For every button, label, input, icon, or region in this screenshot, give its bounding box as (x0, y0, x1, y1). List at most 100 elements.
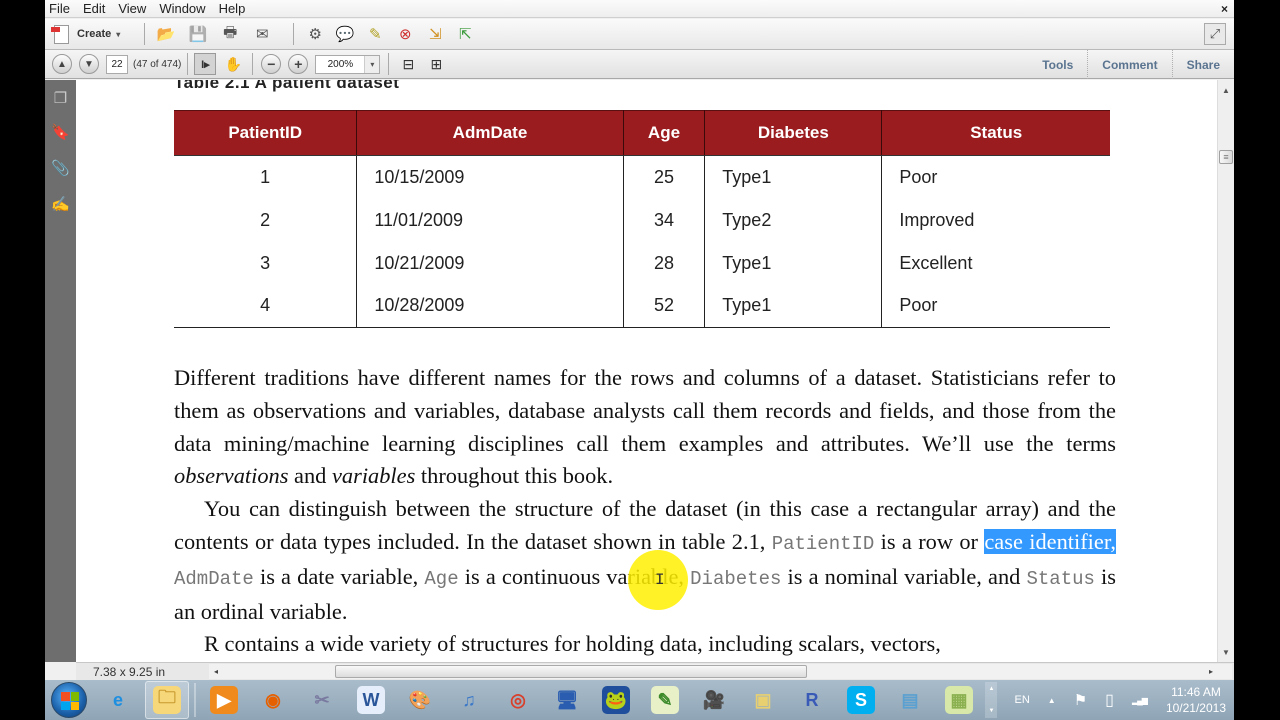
column-header: Diabetes (704, 110, 883, 156)
menu-file[interactable]: File (49, 1, 70, 16)
settings-icon[interactable]: ⚙ (304, 23, 326, 45)
export-icon[interactable]: ⇲ (424, 23, 446, 45)
body-text[interactable]: Different traditions have different name… (174, 362, 1116, 661)
menu-help[interactable]: Help (219, 1, 246, 16)
scroll-down-icon[interactable]: ▼ (989, 708, 995, 714)
menu-window[interactable]: Window (159, 1, 205, 16)
table-cell: 2 (174, 198, 358, 242)
taskbar-button[interactable]: 🎨 (398, 681, 442, 719)
table-cell: 52 (623, 284, 706, 328)
create-button[interactable]: Create ▾ (51, 24, 120, 44)
close-document-icon[interactable]: × (1221, 2, 1228, 16)
emphasis: variables (331, 463, 416, 489)
signatures-icon[interactable]: ✍ (51, 194, 70, 214)
word-icon: W (357, 686, 385, 714)
select-tool-button[interactable]: I▸ (194, 53, 217, 75)
fit-page-button[interactable]: ⊟ (397, 53, 419, 75)
selected-text[interactable]: case identifier, (984, 528, 1116, 554)
taskbar-button[interactable]: S (839, 681, 883, 719)
battery-icon[interactable]: ▯ (1105, 690, 1114, 710)
fit-width-button[interactable]: ⊞ (425, 53, 447, 75)
page-thumbnails-icon[interactable]: ❐ (51, 88, 70, 108)
zoom-out-button[interactable]: − (261, 54, 282, 74)
horizontal-scrollbar[interactable]: ◂ ▸ (209, 664, 1232, 679)
taskbar-scroll[interactable]: ▲ ▼ (985, 682, 998, 718)
print-icon[interactable]: 🖶 (219, 23, 241, 45)
next-page-button[interactable]: ▼ (79, 54, 99, 74)
action-center-icon[interactable]: ⚑ (1074, 691, 1087, 709)
table-cell: 11/01/2009 (356, 198, 624, 242)
show-hidden-icons-icon[interactable]: ▲ (1048, 696, 1056, 705)
taskbar-button[interactable]: 🐸 (594, 681, 638, 719)
highlight-text-icon[interactable]: ✎ (364, 23, 386, 45)
taskbar-button[interactable]: ◎ (496, 681, 540, 719)
scroll-left-icon[interactable]: ◂ (209, 664, 223, 679)
toolbar-divider (252, 53, 254, 75)
language-indicator[interactable]: EN (1014, 694, 1029, 706)
expand-icon[interactable]: ⤢ (1204, 23, 1226, 45)
scroll-right-icon[interactable]: ▸ (1204, 664, 1218, 679)
taskbar-button[interactable]: ▤ (888, 681, 932, 719)
emphasis: observations (174, 463, 289, 489)
attachments-icon[interactable]: 📎 (51, 158, 70, 178)
toolbar-divider (144, 23, 146, 45)
code-term: Diabetes (690, 567, 782, 590)
taskbar-button[interactable]: 🖥 (545, 681, 589, 719)
import-icon[interactable]: ⇱ (454, 23, 476, 45)
taskbar-button[interactable]: ▦ (937, 681, 981, 719)
page-number-input[interactable]: 22 (106, 54, 128, 74)
chevron-down-icon[interactable]: ▾ (364, 55, 380, 73)
windows-taskbar: e 🗀 ▶ ◉ ✂ W 🎨 ♫ ◎ 🖥 🐸 ✎ 🎥 ▣ R S ▤ ▦ ▲ ▼ EN ▲ ⚑ ▯ ▂▄▆ 11:4… (45, 680, 1234, 720)
table-row: 4 10/28/2009 52 Type1 Poor (174, 284, 1110, 328)
taskbar-button[interactable]: 🗀 (145, 681, 189, 719)
taskbar-button[interactable]: ◉ (251, 681, 295, 719)
vertical-scrollbar[interactable]: ▲ ≡ ▼ (1217, 80, 1234, 662)
skype-icon: S (847, 686, 875, 714)
scroll-up-icon[interactable]: ▲ (989, 686, 995, 692)
taskbar-button[interactable]: ✎ (643, 681, 687, 719)
network-icon[interactable]: ▂▄▆ (1132, 696, 1148, 705)
comment-icon[interactable]: 💬 (334, 23, 356, 45)
scroll-up-icon[interactable]: ▲ (1218, 82, 1234, 98)
delete-page-icon[interactable]: ⊗ (394, 23, 416, 45)
column-header: PatientID (174, 110, 358, 156)
zoom-level-select[interactable]: 200% ▾ (315, 54, 381, 74)
table-cell: Improved (899, 209, 975, 230)
previous-page-button[interactable]: ▲ (52, 54, 72, 74)
save-icon[interactable]: 💾 (187, 23, 209, 45)
status-bar: 7.38 x 9.25 in ◂ ▸ (76, 662, 1234, 680)
tools-pane-link[interactable]: Tools (1028, 50, 1087, 79)
taskbar-button[interactable]: R (790, 681, 834, 719)
comment-pane-link[interactable]: Comment (1087, 50, 1171, 79)
taskbar-button[interactable]: W (349, 681, 393, 719)
taskbar-button[interactable]: e (96, 681, 140, 719)
sticky-notes-icon: ▣ (754, 689, 772, 710)
scroll-down-icon[interactable]: ▼ (1218, 644, 1234, 660)
table-cell: Type2 (704, 198, 883, 242)
share-pane-link[interactable]: Share (1171, 50, 1234, 79)
taskbar-button[interactable]: ♫ (447, 681, 491, 719)
horizontal-scrollbar-thumb[interactable] (335, 665, 807, 678)
bookmarks-icon[interactable]: 🔖 (51, 122, 70, 142)
email-icon[interactable]: ✉ (251, 23, 273, 45)
taskbar-button[interactable]: ▣ (741, 681, 785, 719)
taskbar-button[interactable]: 🎥 (692, 681, 736, 719)
page-count: (47 of 474) (133, 58, 182, 70)
firefox-icon: ◉ (265, 689, 281, 710)
table-row: 1 10/15/2009 25 Type1 Poor (174, 155, 1110, 199)
clock[interactable]: 11:46 AM 10/21/2013 (1166, 684, 1226, 716)
text-run: and (288, 463, 332, 489)
menu-view[interactable]: View (118, 1, 146, 16)
zoom-in-button[interactable]: + (288, 54, 309, 74)
patient-table: PatientID AdmDate Age Diabetes Status 1 … (174, 110, 1110, 328)
hand-tool-button[interactable]: ✋ (222, 53, 244, 75)
taskbar-button[interactable]: ✂ (300, 681, 344, 719)
taskbar-button[interactable]: ▶ (202, 681, 246, 719)
start-button[interactable] (51, 682, 87, 718)
document-view[interactable]: Table 2.1 A patient dataset PatientID Ad… (76, 80, 1217, 662)
menu-edit[interactable]: Edit (83, 1, 105, 16)
navigation-pane: ❐ 🔖 📎 ✍ (45, 80, 76, 662)
text-run: is a date variable, (253, 563, 425, 589)
open-icon[interactable]: 📂 (155, 23, 177, 45)
scrollbar-thumb[interactable]: ≡ (1219, 150, 1233, 164)
